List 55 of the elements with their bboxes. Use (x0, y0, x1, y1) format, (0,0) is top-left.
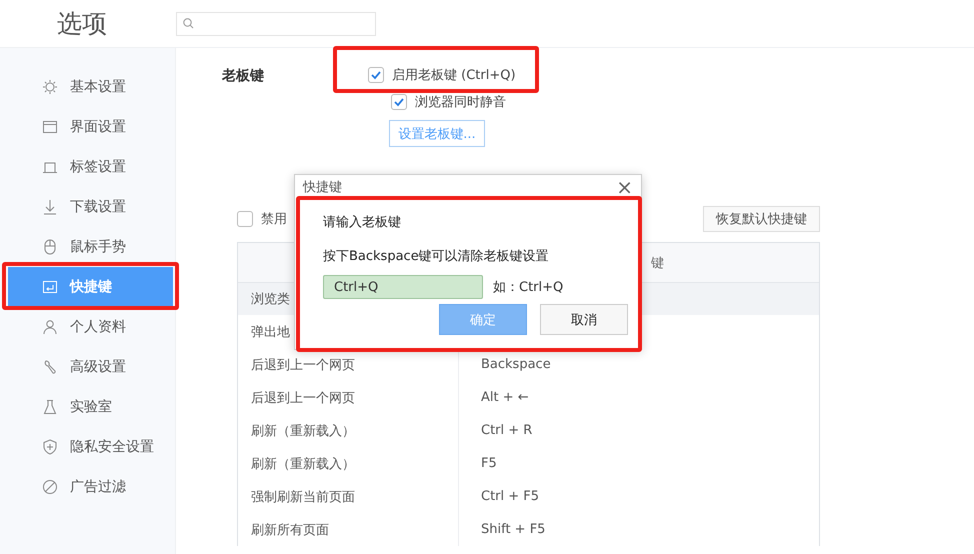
checkbox[interactable] (237, 211, 253, 227)
window-title: 选项 (56, 8, 108, 40)
search-icon (183, 18, 194, 29)
sidebar-item[interactable]: 高级设置 (8, 347, 173, 387)
action-cell: 后退到上一个网页 (251, 358, 355, 372)
shortcut-keys-cell: Backspace (481, 357, 551, 372)
input-field[interactable]: Ctrl+Q (323, 275, 483, 299)
action-cell: 刷新所有页面 (251, 522, 329, 538)
mouse-icon (42, 239, 58, 255)
action-cell: 刷新（重新载入） (251, 456, 355, 472)
window-icon (42, 119, 58, 135)
sidebar-item[interactable]: 广告过滤 (8, 467, 173, 507)
sidebar-item[interactable]: 鼠标手势 (8, 227, 173, 267)
prompt-text: 请输入老板键 (323, 214, 402, 231)
download-icon (42, 199, 58, 215)
hint-text: 按下Backspace键可以清除老板键设置 (323, 248, 550, 265)
cancel-button[interactable]: 取消 (540, 304, 628, 335)
sidebar-item[interactable]: 下载设置 (8, 187, 173, 227)
prohibited-icon (42, 479, 58, 495)
keyboard-icon (42, 279, 58, 295)
restore-defaults-button[interactable]: 恢复默认快捷键 (703, 206, 820, 232)
checkmark-icon (393, 96, 405, 108)
action-cell: 刷新（重新载入） (251, 424, 355, 438)
search-field[interactable] (176, 12, 376, 36)
checkbox[interactable] (368, 67, 384, 83)
shortcut-keys-cell: Alt + ← (481, 390, 529, 405)
column-header: 键 (651, 254, 664, 272)
sidebar-item[interactable]: 实验室 (8, 387, 173, 427)
sidebar-item[interactable]: 个人资料 (8, 307, 173, 347)
section-label: 老板键 (222, 67, 265, 86)
sidebar-item[interactable]: 界面设置 (8, 107, 173, 147)
close-button[interactable]: × (616, 177, 633, 197)
flask-icon (42, 399, 58, 415)
shortcut-keys-cell: Ctrl + R (481, 423, 532, 438)
dialog-title: 快捷键 (303, 179, 342, 196)
action-cell: 后退到上一个网页 (251, 390, 355, 406)
sidebar-item[interactable]: 基本设置 (8, 67, 173, 107)
shortcut-keys-cell: Shift + F5 (481, 522, 546, 537)
sidebar-item[interactable]: 标签设置 (8, 147, 173, 187)
checkbox-label: 浏览器同时静音 (415, 94, 506, 111)
example-text: 如：Ctrl+Q (493, 279, 564, 296)
checkbox[interactable] (391, 94, 407, 110)
checkbox-label: 启用老板键 (Ctrl+Q) (392, 67, 516, 84)
sun-icon (42, 79, 58, 95)
group-label: 浏览类 (250, 291, 291, 308)
shortcut-keys-cell: F5 (481, 456, 497, 471)
shortcut-keys-cell: Ctrl + F5 (481, 489, 540, 504)
checkmark-icon (370, 69, 382, 81)
action-cell: 弹出地 (251, 324, 290, 340)
wrench-icon (42, 359, 58, 375)
sidebar-item[interactable]: 隐私安全设置 (8, 427, 173, 467)
action-cell: 强制刷新当前页面 (251, 490, 355, 504)
shield-icon (42, 439, 58, 455)
person-icon (42, 319, 58, 335)
checkbox-label: 禁用 (261, 211, 287, 228)
